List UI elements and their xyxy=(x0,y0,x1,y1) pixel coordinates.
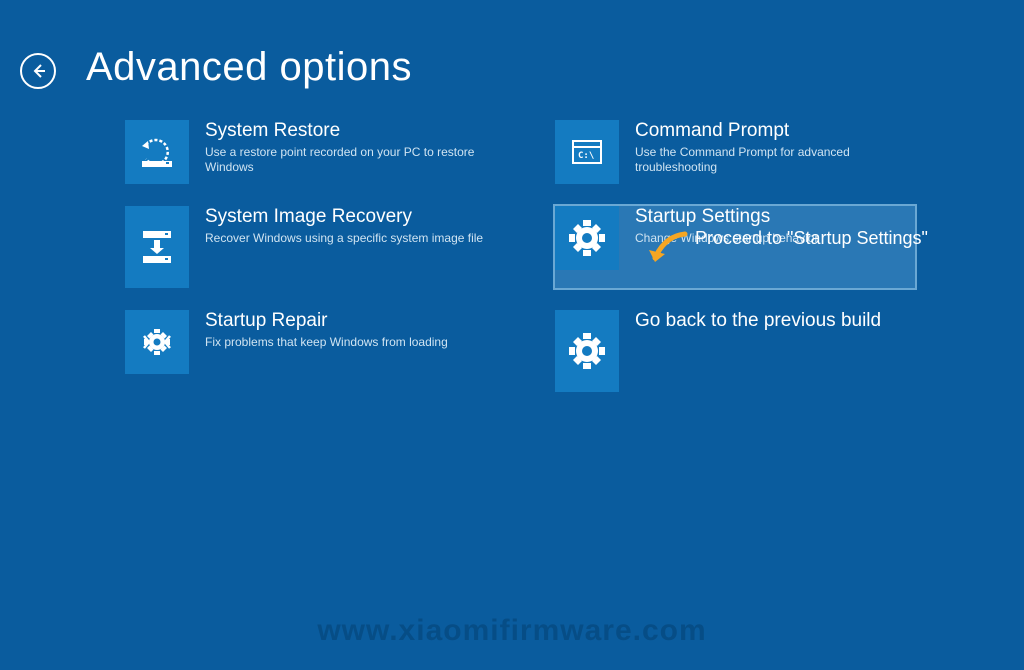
command-prompt-icon: C:\ xyxy=(555,120,619,184)
tile-desc: Fix problems that keep Windows from load… xyxy=(205,335,448,351)
option-startup-repair[interactable]: Startup Repair Fix problems that keep Wi… xyxy=(125,310,485,392)
svg-text:C:\: C:\ xyxy=(578,151,594,161)
tile-title: System Restore xyxy=(205,120,485,143)
option-system-restore[interactable]: System Restore Use a restore point recor… xyxy=(125,120,485,184)
tile-desc: Use the Command Prompt for advanced trou… xyxy=(635,145,915,176)
tile-title: Go back to the previous build xyxy=(635,310,881,333)
option-command-prompt[interactable]: C:\ Command Prompt Use the Command Promp… xyxy=(555,120,915,184)
tile-desc: Recover Windows using a specific system … xyxy=(205,231,483,247)
back-arrow-icon xyxy=(29,62,47,80)
system-restore-icon xyxy=(125,120,189,184)
tile-title: Startup Repair xyxy=(205,310,448,333)
tile-title: System Image Recovery xyxy=(205,206,483,229)
annotation-arrow-icon xyxy=(645,226,695,276)
page-title: Advanced options xyxy=(86,45,412,90)
startup-settings-icon xyxy=(555,206,619,270)
annotation-text: Proceed to "Startup Settings" xyxy=(695,228,928,249)
option-go-back[interactable]: Go back to the previous build xyxy=(555,310,915,392)
startup-repair-icon xyxy=(125,310,189,374)
option-system-image-recovery[interactable]: System Image Recovery Recover Windows us… xyxy=(125,206,485,288)
system-image-recovery-icon xyxy=(125,206,189,288)
back-button[interactable] xyxy=(20,53,56,89)
go-back-icon xyxy=(555,310,619,392)
tile-desc: Use a restore point recorded on your PC … xyxy=(205,145,485,176)
watermark: www.xiaomifirmware.com xyxy=(317,614,706,648)
tile-title: Command Prompt xyxy=(635,120,915,143)
